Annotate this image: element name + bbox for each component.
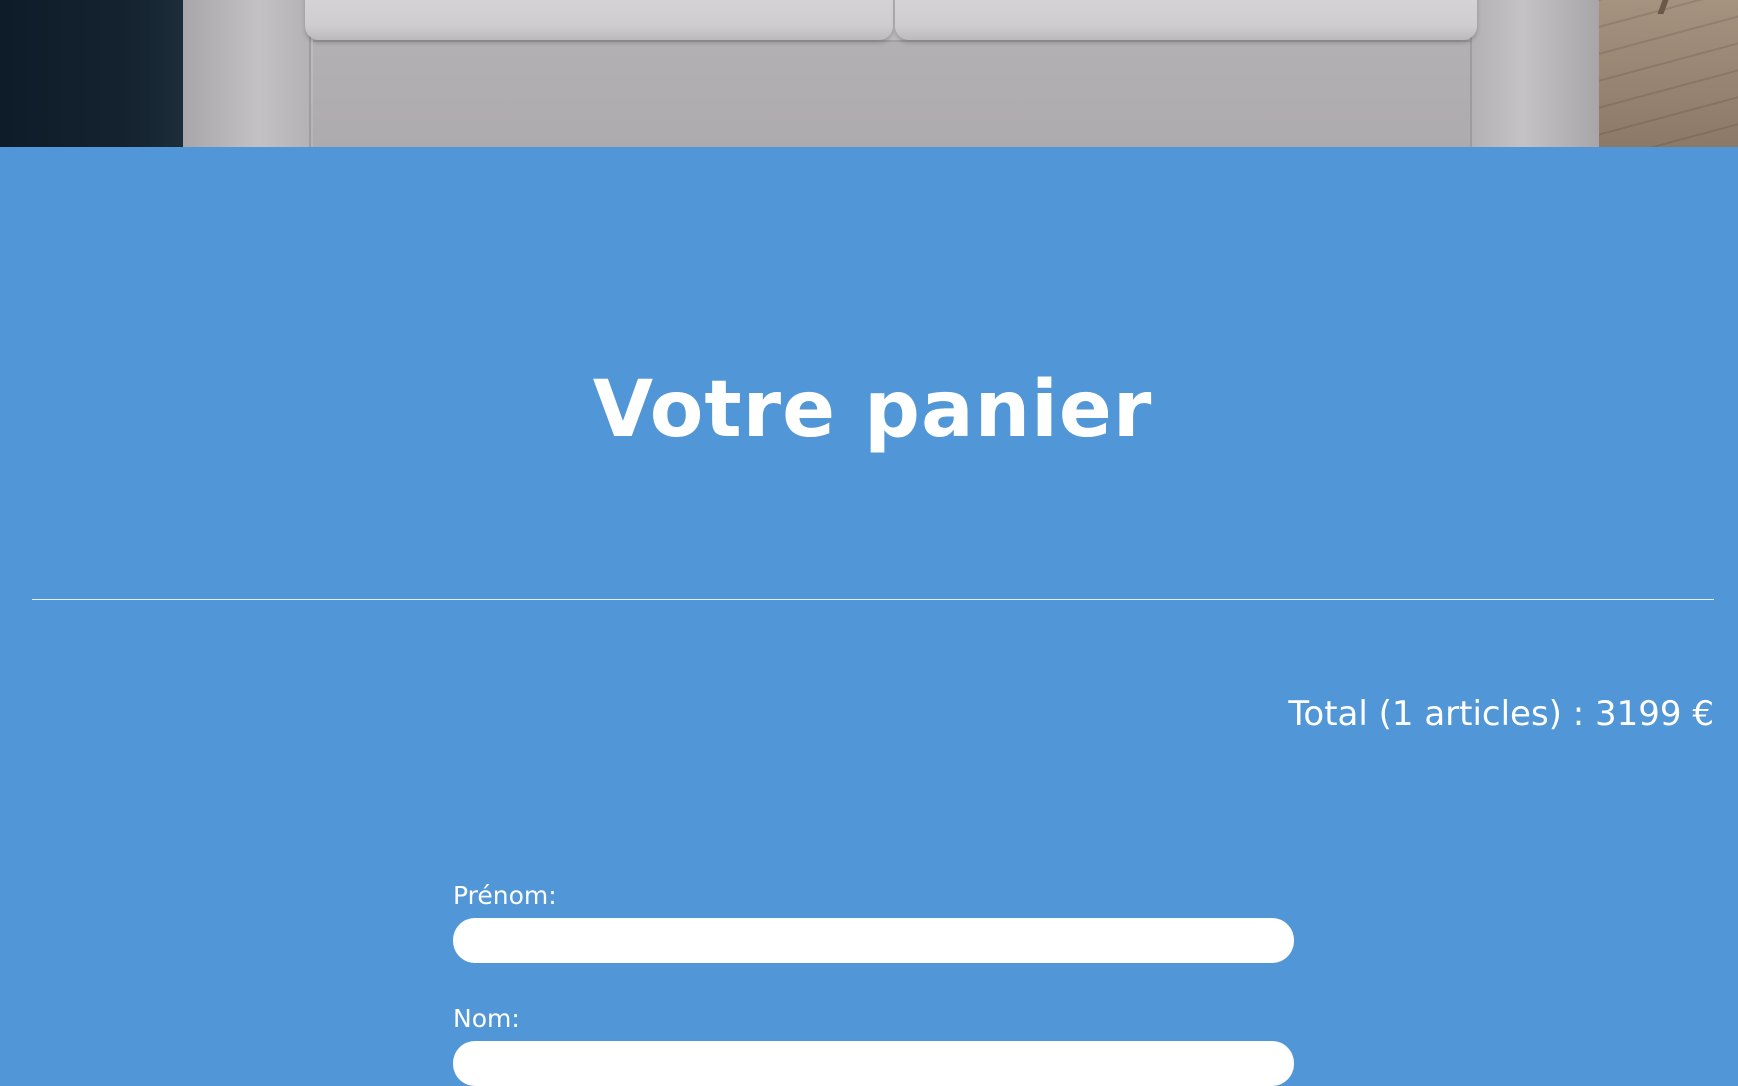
section-divider xyxy=(32,599,1714,600)
last-name-group: Nom: xyxy=(453,1003,1294,1086)
last-name-label: Nom: xyxy=(453,1004,520,1033)
sofa-left-arm xyxy=(183,0,311,147)
sofa-base xyxy=(313,40,1470,147)
first-name-group: Prénom: xyxy=(453,880,1294,963)
last-name-input[interactable] xyxy=(453,1041,1294,1086)
cart-total: Total (1 articles) : 3199 € xyxy=(1288,694,1714,734)
first-name-input[interactable] xyxy=(453,918,1294,963)
customer-form: Prénom: Nom: xyxy=(453,880,1294,1086)
page-title: Votre panier xyxy=(592,365,1153,455)
hero-sofa-image xyxy=(0,0,1738,147)
sofa-cushion-left xyxy=(305,0,893,40)
sofa-right-arm xyxy=(1470,0,1599,147)
hero-wood-floor xyxy=(1595,0,1738,147)
sofa-cushion-right xyxy=(895,0,1477,40)
hero-dark-wall xyxy=(0,0,186,147)
first-name-label: Prénom: xyxy=(453,881,557,910)
